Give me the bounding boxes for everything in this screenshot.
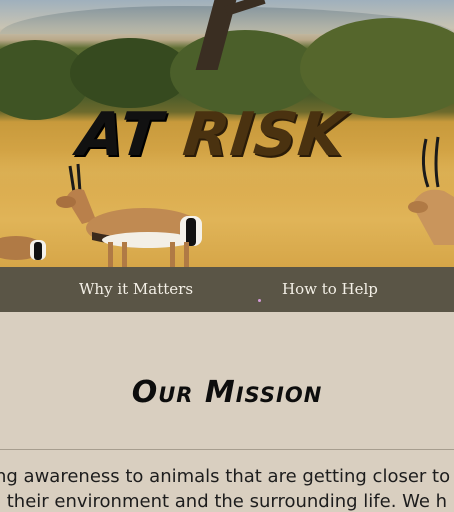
main-nav: Why it Matters How to Help bbox=[0, 267, 454, 312]
site-title: AT RISK bbox=[74, 100, 401, 170]
site-title-risk: RISK bbox=[179, 100, 350, 170]
nav-link-how-to-help[interactable]: How to Help bbox=[282, 267, 378, 312]
nav-link-why-it-matters[interactable]: Why it Matters bbox=[79, 267, 193, 312]
hero-banner: AT RISK bbox=[0, 0, 454, 267]
cursor-dot bbox=[258, 299, 261, 302]
mission-text-line-1: ing awareness to animals that are gettin… bbox=[0, 466, 451, 487]
mission-heading: Our Mission bbox=[131, 375, 323, 410]
gazelle-center-icon bbox=[56, 163, 202, 267]
mission-text-line-2: o their environment and the surrounding … bbox=[0, 491, 448, 512]
gazelle-left-icon bbox=[0, 236, 46, 260]
site-title-at: AT bbox=[74, 100, 166, 170]
section-divider bbox=[0, 449, 454, 450]
gazelle-right-icon bbox=[408, 136, 454, 245]
